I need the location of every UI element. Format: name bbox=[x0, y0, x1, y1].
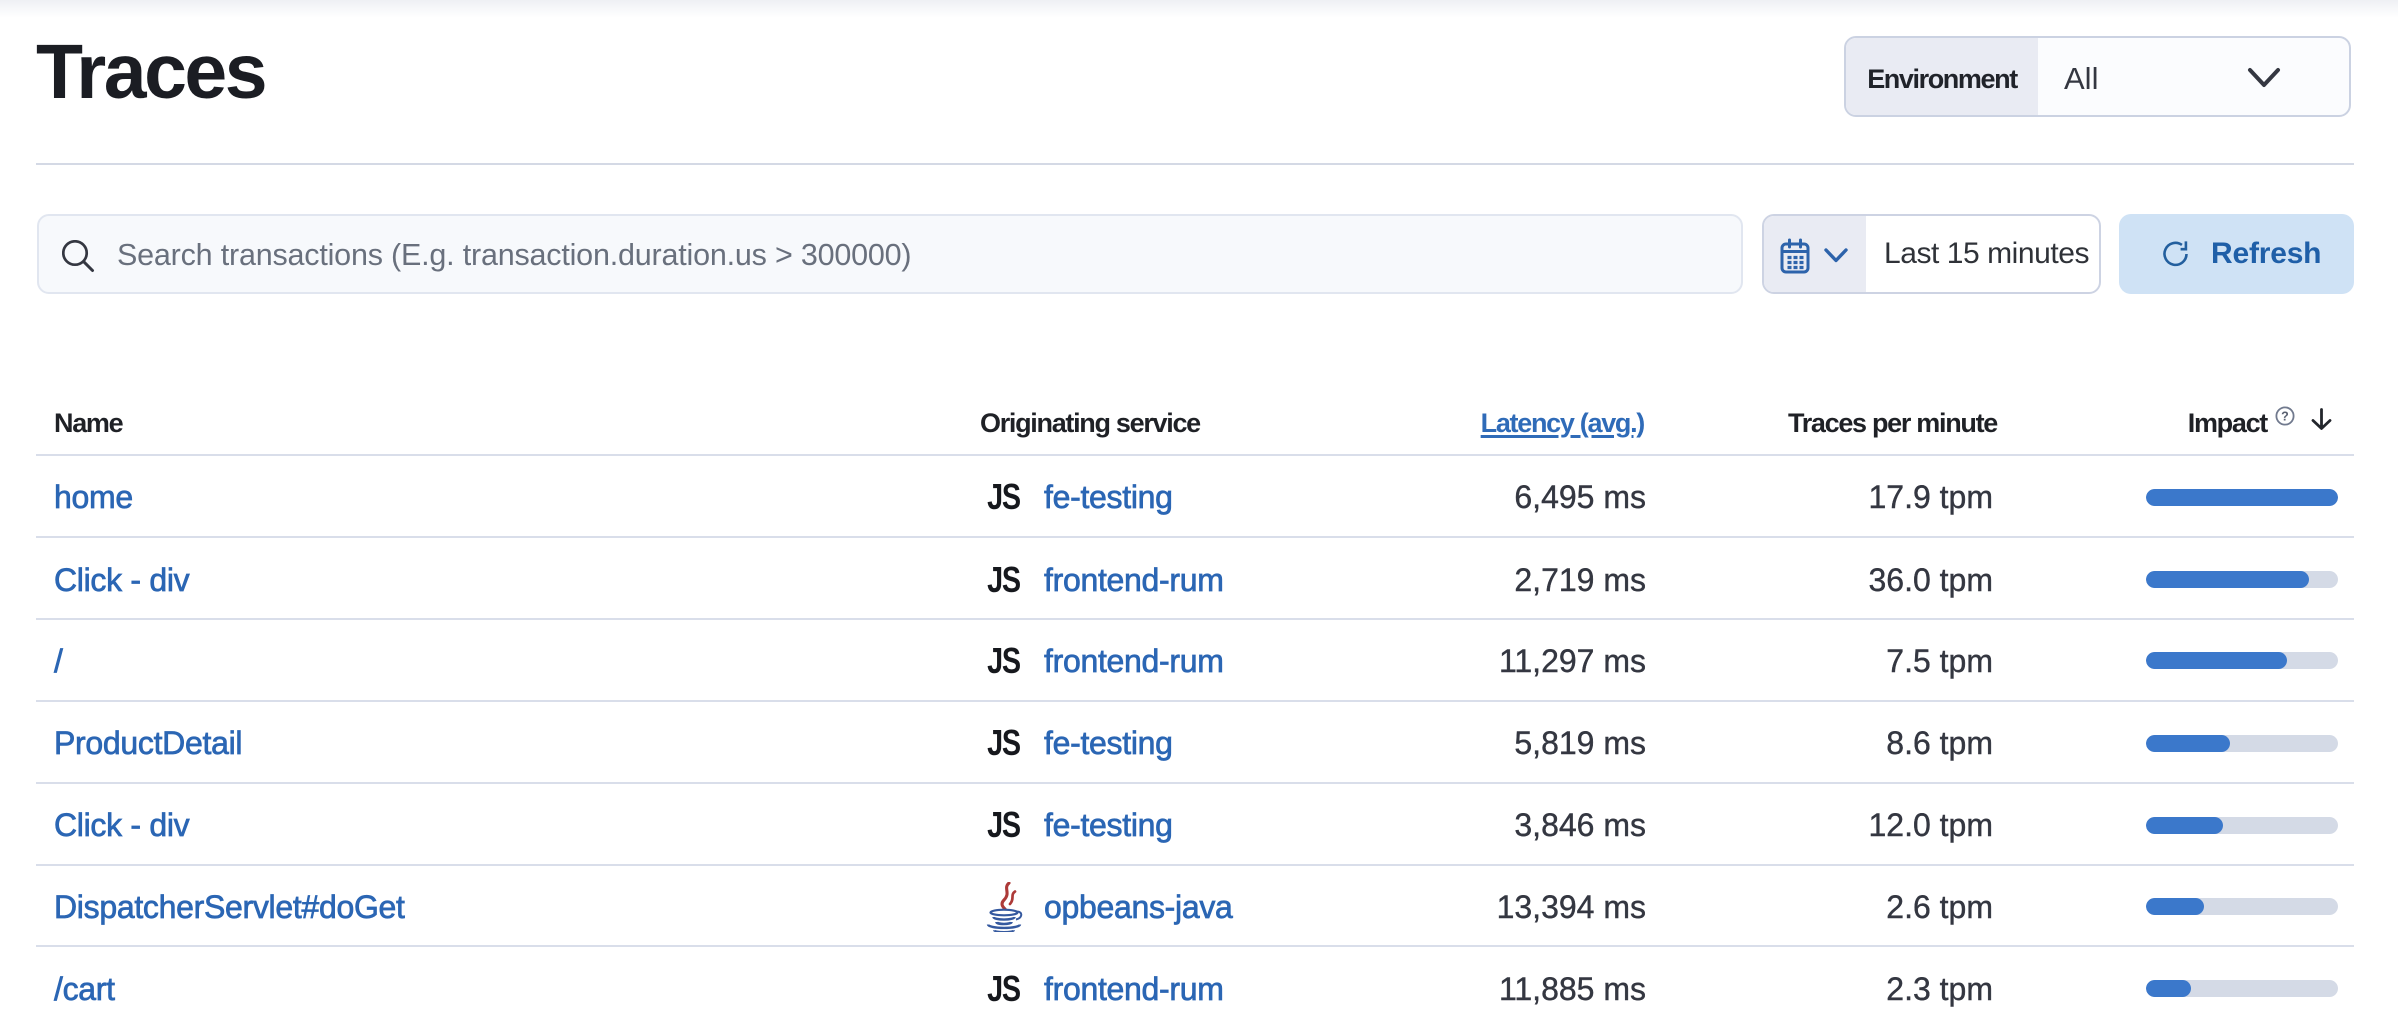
svg-text:?: ? bbox=[2281, 409, 2289, 423]
